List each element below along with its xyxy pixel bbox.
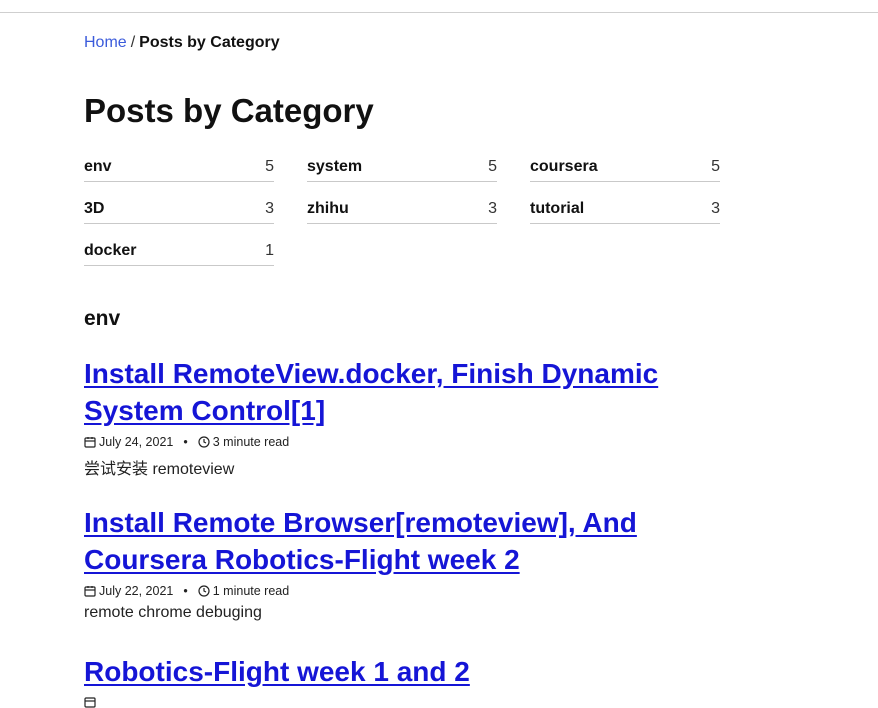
category-grid: env 5 system 5 coursera 5 3D 3 zhihu 3 tutori… (84, 153, 724, 279)
post-item: Robotics-Flight week 1 and 2 (84, 653, 704, 708)
post-title-link[interactable]: Install Remote Browser[remoteview], And … (84, 507, 637, 575)
category-count: 3 (488, 200, 497, 217)
category-item-tutorial[interactable]: tutorial 3 (530, 195, 720, 224)
breadcrumb: Home / Posts by Category (84, 34, 280, 52)
post-title: Install Remote Browser[remoteview], And … (84, 504, 704, 578)
category-count: 3 (265, 200, 274, 217)
category-count: 1 (265, 242, 274, 259)
meta-separator: • (183, 435, 188, 449)
post-excerpt: remote chrome debuging (84, 604, 262, 621)
top-border (0, 12, 878, 13)
post-excerpt: 尝试安装 remoteview (84, 461, 235, 478)
category-count: 5 (265, 158, 274, 175)
post-title-link[interactable]: Install RemoteView.docker, Finish Dynami… (84, 358, 658, 426)
post-read-time: 1 minute read (212, 584, 290, 598)
post-date: July 24, 2021 (99, 435, 174, 449)
post-item: Install RemoteView.docker, Finish Dynami… (84, 355, 704, 479)
calendar-icon (84, 697, 96, 708)
post-meta: July 22, 2021 • 1 minute read (84, 584, 704, 598)
post-item: Install Remote Browser[remoteview], And … (84, 504, 704, 622)
post-meta (84, 696, 704, 708)
category-item-docker[interactable]: docker 1 (84, 237, 274, 266)
category-item-system[interactable]: system 5 (307, 153, 497, 182)
category-name: coursera (530, 158, 598, 175)
calendar-icon (84, 437, 96, 448)
section-heading: env (84, 307, 121, 330)
category-name: env (84, 158, 112, 175)
category-count: 5 (488, 158, 497, 175)
category-name: tutorial (530, 200, 585, 217)
category-item-zhihu[interactable]: zhihu 3 (307, 195, 497, 224)
category-name: 3D (84, 200, 105, 217)
category-item-3d[interactable]: 3D 3 (84, 195, 274, 224)
page-title: Posts by Category (84, 92, 374, 129)
category-count: 5 (711, 158, 720, 175)
clock-icon (198, 436, 210, 448)
breadcrumb-home-link[interactable]: Home (84, 34, 127, 51)
post-meta: July 24, 2021 • 3 minute read (84, 435, 704, 449)
post-title-link[interactable]: Robotics-Flight week 1 and 2 (84, 656, 470, 687)
post-title: Install RemoteView.docker, Finish Dynami… (84, 355, 704, 429)
post-date: July 22, 2021 (99, 584, 174, 598)
post-title: Robotics-Flight week 1 and 2 (84, 653, 704, 690)
breadcrumb-separator: / (130, 34, 136, 51)
post-read-time: 3 minute read (212, 435, 290, 449)
calendar-icon (84, 586, 96, 597)
category-item-coursera[interactable]: coursera 5 (530, 153, 720, 182)
category-name: docker (84, 242, 137, 259)
category-item-env[interactable]: env 5 (84, 153, 274, 182)
category-name: zhihu (307, 200, 349, 217)
breadcrumb-current: Posts by Category (139, 34, 280, 51)
category-name: system (307, 158, 363, 175)
meta-separator: • (183, 584, 188, 598)
category-count: 3 (711, 200, 720, 217)
clock-icon (198, 585, 210, 597)
